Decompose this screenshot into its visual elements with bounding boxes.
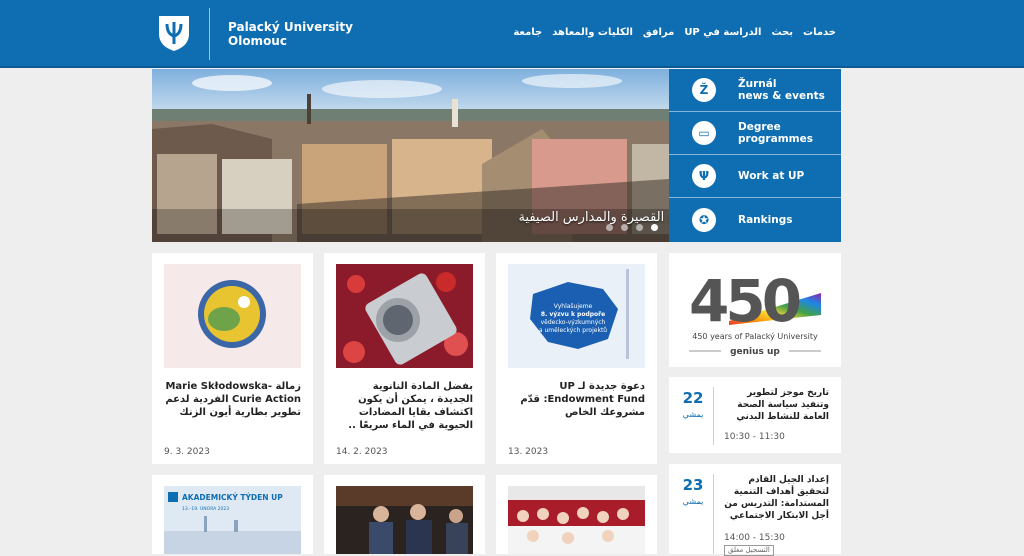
quick-link-label-line1: Degree bbox=[738, 121, 781, 133]
event-time: 14:00 - 15:30 bbox=[724, 533, 785, 543]
event-title[interactable]: إعداد الجيل القادم لتحقيق أهداف التنمية … bbox=[721, 474, 829, 522]
news-card[interactable] bbox=[324, 475, 485, 554]
award-icon: ✪ bbox=[692, 207, 716, 232]
anniversary-number: 450 bbox=[689, 267, 800, 335]
folder-icon: ▭ bbox=[692, 121, 716, 145]
slider-dot[interactable] bbox=[606, 224, 613, 231]
quick-link-rankings[interactable]: ✪ Rankings bbox=[669, 198, 841, 241]
slider-dot[interactable] bbox=[621, 224, 628, 231]
news-date: 14. 2. 2023 bbox=[336, 447, 388, 457]
news-thumbnail bbox=[336, 264, 473, 368]
event-day: 22 bbox=[682, 389, 704, 407]
thumbnail-text: 8. výzvu k podpoře bbox=[541, 311, 605, 318]
slider-dot-active[interactable] bbox=[651, 224, 658, 231]
news-thumbnail bbox=[508, 486, 645, 554]
up-logo-icon: Ψ bbox=[692, 164, 716, 188]
nav-item-research[interactable]: بحث bbox=[771, 27, 793, 38]
nav-item-university[interactable]: جامعة bbox=[513, 27, 542, 38]
zurnal-icon: Ž bbox=[692, 78, 716, 102]
quick-link-work-at-up[interactable]: Ψ Work at UP bbox=[669, 155, 841, 198]
news-card[interactable]: بفضل المادة النانوية الجديدة ، يمكن أن ي… bbox=[324, 253, 485, 464]
quick-link-label: Žurnál news & events bbox=[738, 78, 825, 102]
news-thumbnail bbox=[164, 264, 301, 368]
quick-link-label-line2: news & events bbox=[738, 90, 825, 102]
quick-link-label: Work at UP bbox=[738, 170, 805, 182]
anniversary-slogan: genius up bbox=[730, 347, 780, 357]
news-title[interactable]: زمالة Marie Skłodowska-Curie Action الفر… bbox=[164, 380, 301, 419]
news-thumbnail: AKADEMICKÝ TÝDEN UP 13.–19. ÚNORA 2023 bbox=[164, 486, 301, 554]
event-title[interactable]: تاريخ موجز لتطوير وتنفيذ سياسة الصحة الع… bbox=[721, 387, 829, 423]
event-day: 23 bbox=[682, 476, 704, 494]
quick-link-label: Rankings bbox=[738, 213, 793, 226]
top-bar: Palacký University Olomouc خدمات بحث UP … bbox=[0, 0, 1024, 68]
news-card[interactable]: Vyhlašujeme 8. výzvu k podpoře vědecko-v… bbox=[496, 253, 657, 464]
event-tag: التسجيل مغلق bbox=[724, 545, 774, 556]
quick-link-degree-programmes[interactable]: ▭ Degree programmes bbox=[669, 112, 841, 155]
quick-link-label-line2: programmes bbox=[738, 133, 813, 145]
thumbnail-title: AKADEMICKÝ TÝDEN UP bbox=[182, 493, 283, 502]
quick-links-panel: Ž Žurnál news & events ▭ Degree programm… bbox=[669, 69, 841, 242]
event-divider bbox=[713, 387, 714, 445]
news-card[interactable]: زمالة Marie Skłodowska-Curie Action الفر… bbox=[152, 253, 313, 464]
quick-link-zurnal[interactable]: Ž Žurnál news & events bbox=[669, 69, 841, 112]
event-time: 10:30 - 11:30 bbox=[724, 432, 785, 442]
event-item[interactable]: 23 يمشي إعداد الجيل القادم لتحقيق أهداف … bbox=[669, 464, 841, 556]
university-name-line1: Palacký University bbox=[228, 20, 353, 34]
news-thumbnail: Vyhlašujeme 8. výzvu k podpoře vědecko-v… bbox=[508, 264, 645, 368]
thumbnail-text: a uměleckých projektů bbox=[539, 327, 607, 334]
university-name[interactable]: Palacký University Olomouc bbox=[228, 20, 353, 48]
main-nav: خدمات بحث UP الدراسة في مرافق الكليات وا… bbox=[513, 27, 836, 38]
news-date: 9. 3. 2023 bbox=[164, 447, 210, 457]
news-date: 13. 2023 bbox=[508, 447, 549, 457]
up-logo-icon[interactable] bbox=[157, 14, 191, 52]
event-divider bbox=[713, 474, 714, 554]
nav-item-services[interactable]: خدمات bbox=[803, 27, 836, 38]
news-card[interactable] bbox=[496, 475, 657, 554]
slider-dot[interactable] bbox=[636, 224, 643, 231]
thumbnail-text: Vyhlašujeme bbox=[554, 303, 593, 310]
thumbnail-dates: 13.–19. ÚNORA 2023 bbox=[182, 505, 229, 512]
nav-item-faculties[interactable]: الكليات والمعاهد bbox=[552, 27, 633, 38]
quick-link-label: Degree programmes bbox=[738, 121, 813, 145]
anniversary-banner[interactable]: 450 450 years of Palacký University geni… bbox=[669, 253, 841, 367]
news-title[interactable]: دعوة جديدة لـ UP Endowment Fund: قدّم مش… bbox=[508, 380, 645, 419]
news-thumbnail bbox=[336, 486, 473, 554]
anniversary-caption: 450 years of Palacký University bbox=[692, 332, 818, 341]
event-month: يمشي bbox=[682, 497, 704, 506]
header-divider bbox=[209, 8, 210, 60]
quick-link-label-line1: Žurnál bbox=[738, 78, 777, 90]
nav-item-facilities[interactable]: مرافق bbox=[643, 27, 674, 38]
thumbnail-text: vědecko-výzkumných bbox=[541, 319, 606, 326]
news-card[interactable]: AKADEMICKÝ TÝDEN UP 13.–19. ÚNORA 2023 bbox=[152, 475, 313, 554]
event-month: يمشي bbox=[682, 410, 704, 419]
nav-item-study[interactable]: UP الدراسة في bbox=[684, 27, 761, 38]
university-name-line2: Olomouc bbox=[228, 34, 287, 48]
slider-dots bbox=[606, 224, 658, 231]
event-item[interactable]: 22 يمشي تاريخ موجز لتطوير وتنفيذ سياسة ا… bbox=[669, 377, 841, 453]
news-title[interactable]: بفضل المادة النانوية الجديدة ، يمكن أن ي… bbox=[336, 380, 473, 432]
